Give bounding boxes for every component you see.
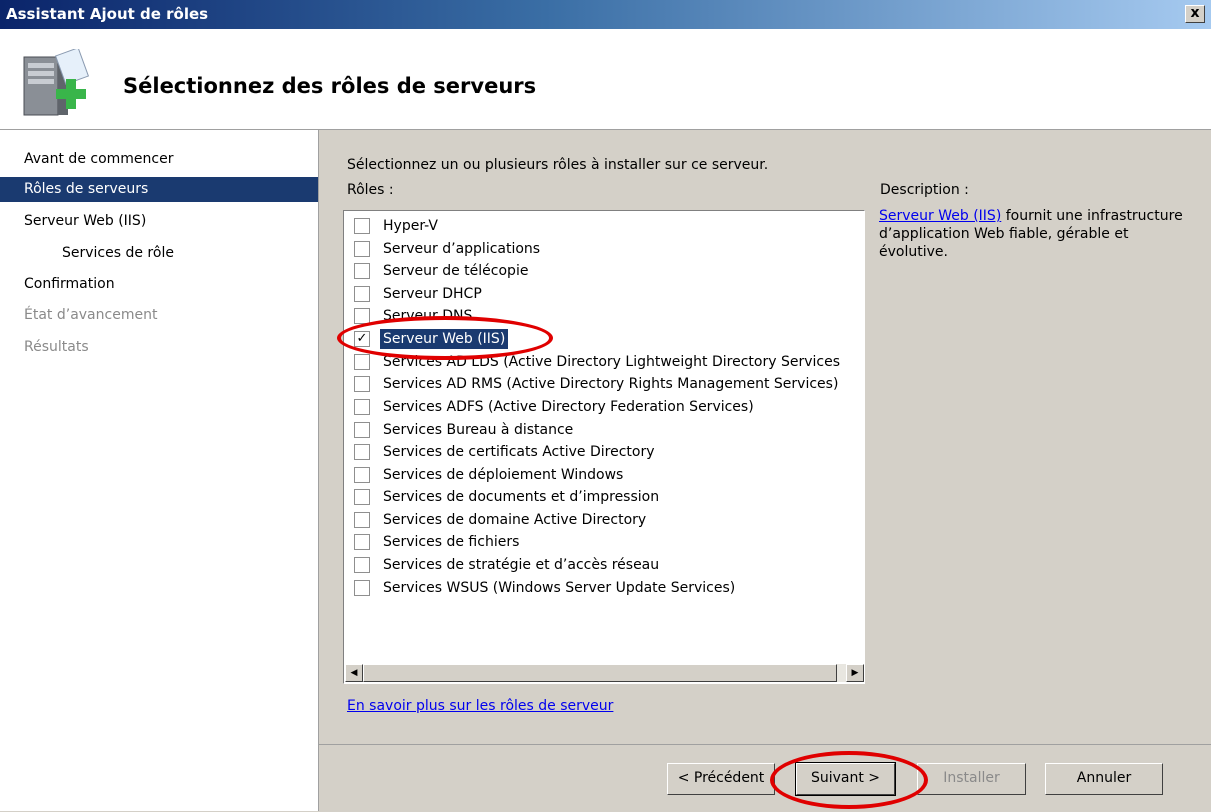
- role-checkbox[interactable]: [354, 286, 370, 302]
- role-item-domaine-ad[interactable]: Services de domaine Active Directory: [354, 510, 864, 532]
- server-add-icon: [23, 49, 90, 116]
- role-checkbox[interactable]: [354, 489, 370, 505]
- scroll-thumb[interactable]: [363, 664, 837, 682]
- description-link[interactable]: Serveur Web (IIS): [879, 208, 1001, 224]
- sidebar-item-label: État d’avancement: [24, 307, 158, 323]
- role-item-ad-lds[interactable]: Services AD LDS (Active Directory Lightw…: [354, 352, 864, 374]
- role-checkbox[interactable]: [354, 376, 370, 392]
- roles-listbox[interactable]: Hyper-V Serveur d’applications Serveur d…: [343, 210, 865, 684]
- sidebar-item-label: Rôles de serveurs: [24, 181, 149, 197]
- page-heading: Sélectionnez des rôles de serveurs: [123, 74, 537, 98]
- role-label: Services de certificats Active Directory: [383, 444, 655, 460]
- role-item-documents-impression[interactable]: Services de documents et d’impression: [354, 487, 864, 509]
- role-item-wsus[interactable]: Services WSUS (Windows Server Update Ser…: [354, 578, 864, 600]
- role-checkbox[interactable]: [354, 580, 370, 596]
- sidebar-item-label: Serveur Web (IIS): [24, 213, 147, 229]
- description-text: Serveur Web (IIS) fournit une infrastruc…: [879, 207, 1199, 261]
- role-item-hyper-v[interactable]: Hyper-V: [354, 216, 864, 238]
- role-checkbox[interactable]: [354, 557, 370, 573]
- window-title: Assistant Ajout de rôles: [6, 5, 209, 23]
- role-item-fichiers[interactable]: Services de fichiers: [354, 532, 864, 554]
- role-label: Services WSUS (Windows Server Update Ser…: [383, 580, 736, 596]
- role-label: Serveur Web (IIS): [378, 328, 510, 350]
- sidebar-item-label: Confirmation: [24, 276, 115, 292]
- role-label: Serveur DNS: [383, 308, 473, 324]
- sidebar-item-confirmation[interactable]: Confirmation: [0, 272, 318, 297]
- role-item-serveur-dhcp[interactable]: Serveur DHCP: [354, 284, 864, 306]
- title-bar: Assistant Ajout de rôles x: [0, 0, 1211, 29]
- role-checkbox[interactable]: [354, 534, 370, 550]
- role-checkbox[interactable]: [354, 308, 370, 324]
- role-checkbox[interactable]: [354, 399, 370, 415]
- role-label: Services AD LDS (Active Directory Lightw…: [383, 354, 841, 370]
- role-label: Services de domaine Active Directory: [383, 512, 647, 528]
- role-checkbox[interactable]: [354, 218, 370, 234]
- instruction-text: Sélectionnez un ou plusieurs rôles à ins…: [347, 157, 769, 173]
- role-item-deploiement-windows[interactable]: Services de déploiement Windows: [354, 465, 864, 487]
- role-label: Services de documents et d’impression: [383, 489, 660, 505]
- role-item-certificats-ad[interactable]: Services de certificats Active Directory: [354, 442, 864, 464]
- role-label: Services de fichiers: [383, 534, 520, 550]
- sidebar-item-serveur-web[interactable]: Serveur Web (IIS): [0, 209, 318, 234]
- role-checkbox[interactable]: [354, 354, 370, 370]
- cancel-button[interactable]: Annuler: [1045, 763, 1163, 795]
- previous-button[interactable]: < Précédent: [667, 763, 775, 795]
- sidebar-item-resultats: Résultats: [0, 335, 318, 360]
- next-button[interactable]: Suivant >: [795, 762, 896, 796]
- role-item-serveur-web-iis[interactable]: ✓ Serveur Web (IIS): [354, 328, 864, 351]
- role-label: Services ADFS (Active Directory Federati…: [383, 399, 754, 415]
- role-checkbox-checked[interactable]: ✓: [354, 331, 370, 347]
- role-checkbox[interactable]: [354, 241, 370, 257]
- role-item-ad-rms[interactable]: Services AD RMS (Active Directory Rights…: [354, 374, 864, 396]
- role-checkbox[interactable]: [354, 467, 370, 483]
- sidebar-item-label: Résultats: [24, 339, 89, 355]
- description-label: Description :: [880, 182, 969, 198]
- role-item-strategie-acces-reseau[interactable]: Services de stratégie et d’accès réseau: [354, 555, 864, 577]
- role-label: Serveur d’applications: [383, 241, 541, 257]
- role-label: Serveur de télécopie: [383, 263, 529, 279]
- role-checkbox[interactable]: [354, 422, 370, 438]
- install-button: Installer: [917, 763, 1026, 795]
- sidebar-item-services-de-role[interactable]: Services de rôle: [0, 241, 318, 266]
- close-button[interactable]: x: [1185, 5, 1205, 23]
- role-item-serveur-applications[interactable]: Serveur d’applications: [354, 239, 864, 261]
- scroll-right-arrow-icon[interactable]: ▶: [846, 664, 864, 682]
- role-label: Services Bureau à distance: [383, 422, 574, 438]
- wizard-steps-sidebar: Avant de commencer Rôles de serveurs Ser…: [0, 130, 319, 811]
- sidebar-item-roles-de-serveurs[interactable]: Rôles de serveurs: [0, 177, 318, 202]
- role-checkbox[interactable]: [354, 444, 370, 460]
- wizard-header: Sélectionnez des rôles de serveurs: [0, 29, 1211, 130]
- role-item-bureau-distance[interactable]: Services Bureau à distance: [354, 420, 864, 442]
- role-label: Serveur DHCP: [383, 286, 482, 302]
- learn-more-link[interactable]: En savoir plus sur les rôles de serveur: [347, 698, 613, 714]
- role-label: Services de déploiement Windows: [383, 467, 624, 483]
- horizontal-scrollbar[interactable]: ◀ ▶: [345, 664, 864, 682]
- sidebar-item-label: Avant de commencer: [24, 151, 174, 167]
- sidebar-item-label: Services de rôle: [62, 245, 174, 261]
- role-item-serveur-telecopie[interactable]: Serveur de télécopie: [354, 261, 864, 283]
- scroll-left-arrow-icon[interactable]: ◀: [345, 664, 363, 682]
- sidebar-item-avant-de-commencer[interactable]: Avant de commencer: [0, 147, 318, 172]
- role-checkbox[interactable]: [354, 263, 370, 279]
- role-label: Services AD RMS (Active Directory Rights…: [383, 376, 839, 392]
- role-label: Hyper-V: [383, 218, 438, 234]
- sidebar-item-etat-avancement: État d’avancement: [0, 303, 318, 328]
- role-checkbox[interactable]: [354, 512, 370, 528]
- role-label: Services de stratégie et d’accès réseau: [383, 557, 660, 573]
- roles-label: Rôles :: [347, 182, 394, 198]
- role-item-adfs[interactable]: Services ADFS (Active Directory Federati…: [354, 397, 864, 419]
- role-item-serveur-dns[interactable]: Serveur DNS: [354, 306, 864, 328]
